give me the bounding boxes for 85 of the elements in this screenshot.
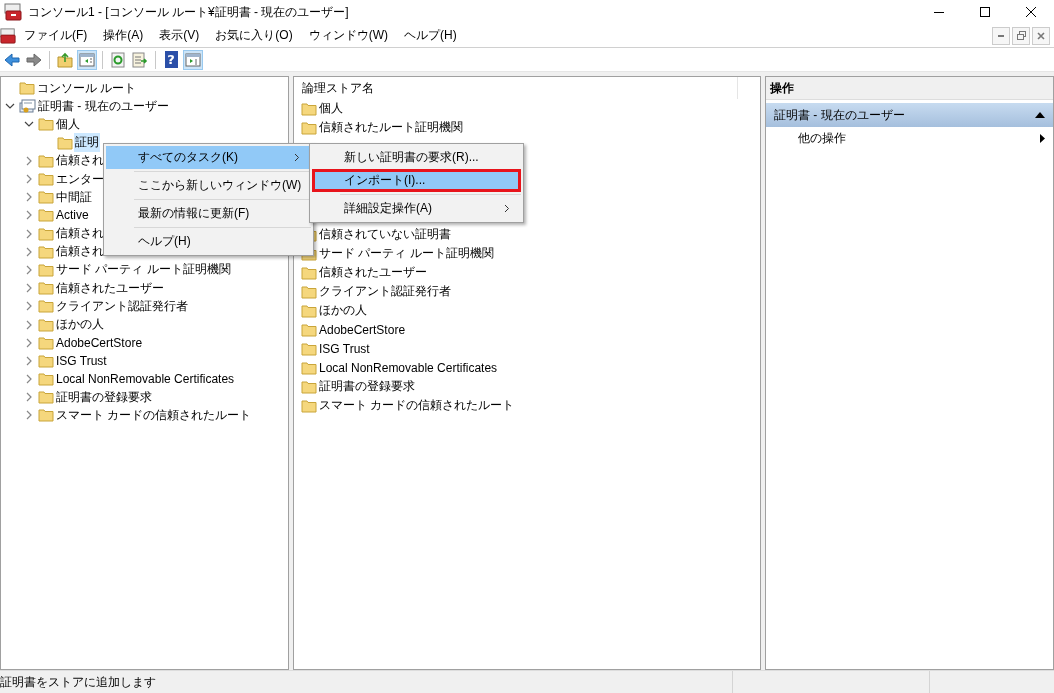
- chevron-down-icon[interactable]: [5, 103, 15, 110]
- tree-item[interactable]: ほかの人: [55, 315, 105, 335]
- chevron-right-icon[interactable]: [26, 192, 32, 203]
- pane-header: 操作: [770, 79, 794, 97]
- tree-item[interactable]: 信頼され: [55, 151, 105, 171]
- menu-item[interactable]: お気に入り(O): [207, 27, 301, 44]
- tree-item[interactable]: 信頼され: [55, 224, 105, 244]
- menu-item[interactable]: 新しい証明書の要求(R)...: [312, 146, 521, 169]
- list-item[interactable]: クライアント認証発行者: [319, 283, 451, 300]
- refresh-icon[interactable]: [108, 49, 128, 70]
- menu-item[interactable]: すべてのタスク(K): [106, 146, 311, 169]
- tree-item[interactable]: サード パーティ ルート証明機関: [55, 260, 232, 280]
- chevron-right-icon[interactable]: [26, 174, 32, 185]
- list-item[interactable]: ほかの人: [319, 302, 367, 319]
- minimize-icon: [998, 34, 1004, 37]
- tree-item[interactable]: AdobeCertStore: [55, 334, 144, 351]
- chevron-right-icon[interactable]: [26, 374, 32, 385]
- list-item[interactable]: AdobeCertStore: [319, 322, 406, 337]
- tree-item[interactable]: 中間証: [55, 187, 93, 207]
- chevron-down-icon[interactable]: [24, 121, 34, 128]
- chevron-right-icon[interactable]: [26, 410, 32, 421]
- tree-item[interactable]: Local NonRemovable Certificates: [55, 371, 236, 388]
- tree-item[interactable]: 証明書の登録要求: [55, 387, 153, 407]
- action-pane-icon[interactable]: [183, 49, 203, 70]
- toolbox-icon: [4, 3, 22, 21]
- action-section-header[interactable]: 証明書 - 現在のユーザー: [766, 103, 1053, 127]
- tree-item[interactable]: 証明: [74, 133, 100, 153]
- menu-item[interactable]: ヘルプ(H): [396, 27, 465, 44]
- menu-item[interactable]: ここから新しいウィンドウ(W): [106, 174, 311, 197]
- close-icon: [1037, 31, 1045, 40]
- chevron-right-icon[interactable]: [26, 264, 32, 275]
- list-item[interactable]: サード パーティ ルート証明機関: [319, 245, 494, 262]
- restore-button[interactable]: [1012, 26, 1030, 45]
- chevron-right-icon[interactable]: [26, 355, 32, 366]
- tree-pane-icon[interactable]: [77, 49, 97, 70]
- list-item[interactable]: 信頼されたルート証明機関: [319, 119, 463, 136]
- chevron-right-icon[interactable]: [26, 319, 32, 330]
- action-item[interactable]: 他の操作: [766, 127, 1053, 149]
- chevron-right-icon[interactable]: [26, 155, 32, 166]
- tree-item[interactable]: エンター: [55, 169, 105, 189]
- tree-item[interactable]: 証明書 - 現在のユーザー: [37, 96, 170, 116]
- chevron-right-icon[interactable]: [26, 210, 32, 221]
- collapse-triangle-icon[interactable]: [1035, 112, 1045, 118]
- list-item[interactable]: ISG Trust: [319, 341, 370, 356]
- certificate-store-icon: [19, 98, 36, 114]
- chevron-right-icon[interactable]: [26, 228, 32, 239]
- menu-item[interactable]: ヘルプ(H): [106, 230, 311, 253]
- menu-item[interactable]: 詳細設定操作(A): [312, 197, 521, 220]
- menu-item[interactable]: ファイル(F): [16, 27, 96, 44]
- tree-item[interactable]: スマート カードの信頼されたルート: [55, 405, 253, 425]
- minimize-icon[interactable]: [934, 11, 944, 13]
- menu-item[interactable]: 表示(V): [151, 27, 208, 44]
- list-item[interactable]: スマート カードの信頼されたルート: [319, 397, 515, 414]
- chevron-right-icon[interactable]: [26, 283, 32, 294]
- list-item[interactable]: 信頼されていない証明書: [319, 226, 451, 243]
- tree-item[interactable]: ISG Trust: [55, 352, 108, 369]
- export-list-icon[interactable]: [130, 49, 150, 70]
- chevron-right-icon[interactable]: [26, 337, 32, 348]
- window-title: コンソール1 - [コンソール ルート¥証明書 - 現在のユーザー]: [28, 3, 350, 21]
- menu-item[interactable]: 操作(A): [95, 27, 152, 44]
- close-button[interactable]: [1032, 26, 1050, 45]
- minimize-button[interactable]: [992, 26, 1010, 45]
- column-header[interactable]: 論理ストア名: [302, 79, 374, 97]
- tree-item[interactable]: 個人: [55, 114, 81, 134]
- tree-item[interactable]: Active: [55, 207, 90, 224]
- list-item[interactable]: 信頼されたユーザー: [319, 264, 427, 281]
- maximize-icon[interactable]: [980, 7, 990, 17]
- status-text: 証明書をストアに追加します: [0, 673, 156, 691]
- menu-item[interactable]: ウィンドウ(W): [300, 27, 396, 44]
- chevron-right-icon[interactable]: [26, 392, 32, 403]
- tree-item[interactable]: コンソール ルート: [36, 78, 138, 98]
- tree-item[interactable]: 信頼され: [55, 242, 105, 262]
- expand-triangle-icon: [1040, 133, 1045, 143]
- chevron-right-icon[interactable]: [26, 246, 32, 257]
- menu-item[interactable]: 最新の情報に更新(F): [106, 202, 311, 225]
- toolbox-icon: [0, 27, 16, 44]
- chevron-right-icon[interactable]: [26, 301, 32, 312]
- list-item[interactable]: Local NonRemovable Certificates: [319, 360, 498, 375]
- tree-item[interactable]: 信頼されたユーザー: [55, 278, 165, 298]
- menu-item[interactable]: インポート(I)...: [312, 169, 521, 192]
- close-icon[interactable]: [1026, 7, 1036, 17]
- restore-icon: [1016, 31, 1026, 40]
- list-item[interactable]: 証明書の登録要求: [319, 378, 415, 395]
- list-item[interactable]: 個人: [319, 100, 343, 117]
- tree-item[interactable]: クライアント認証発行者: [55, 296, 189, 316]
